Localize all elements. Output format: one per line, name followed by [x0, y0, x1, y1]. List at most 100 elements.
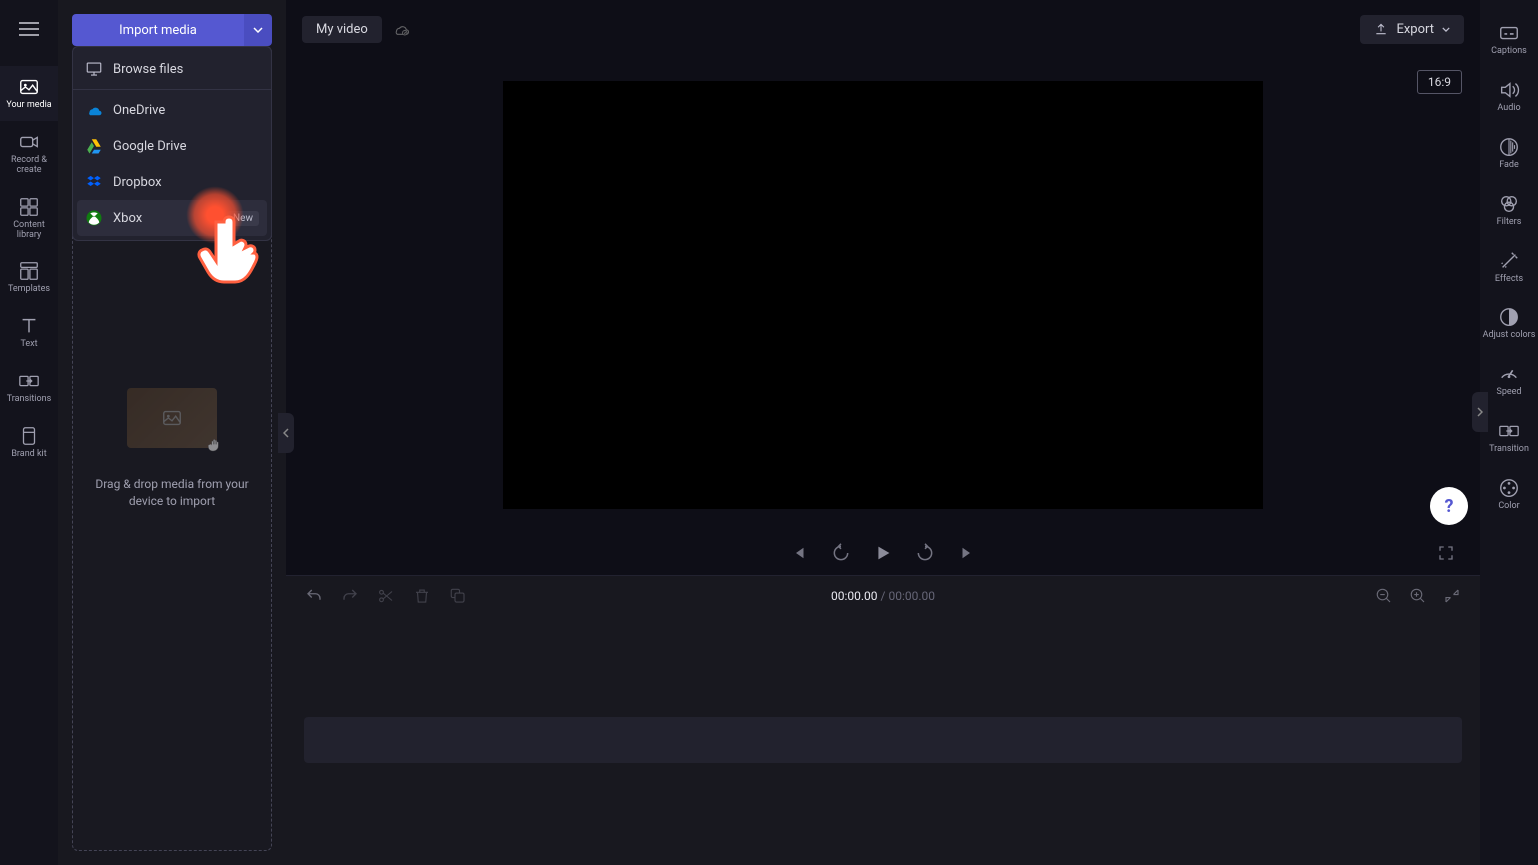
- text-icon: [18, 315, 40, 337]
- prop-filters[interactable]: Filters: [1480, 185, 1538, 240]
- nav-transitions[interactable]: Transitions: [0, 360, 58, 415]
- media-icon: [18, 76, 40, 98]
- filters-icon: [1498, 193, 1520, 215]
- adjust-colors-icon: [1498, 306, 1520, 328]
- upload-icon: [1374, 22, 1388, 36]
- onedrive-icon: [85, 101, 103, 119]
- monitor-icon: [85, 60, 103, 78]
- timeline[interactable]: [286, 615, 1480, 865]
- duplicate-button[interactable]: [448, 586, 468, 606]
- brand-kit-icon: [18, 425, 40, 447]
- prop-speed[interactable]: Speed: [1480, 355, 1538, 410]
- color-icon: [1498, 477, 1520, 499]
- play-button[interactable]: [871, 541, 895, 565]
- aspect-ratio-selector[interactable]: 16:9: [1417, 70, 1462, 94]
- hamburger-icon: [19, 22, 39, 36]
- video-preview-canvas[interactable]: [503, 81, 1263, 509]
- dropdown-divider: [73, 89, 271, 90]
- prop-audio[interactable]: Audio: [1480, 71, 1538, 126]
- prop-transition[interactable]: Transition: [1480, 412, 1538, 467]
- main-area: My video Export 16:9 00:0: [286, 0, 1480, 865]
- fullscreen-button[interactable]: [1434, 541, 1458, 565]
- cloud-sync-icon[interactable]: [392, 20, 410, 38]
- nav-text[interactable]: Text: [0, 305, 58, 360]
- prop-fade[interactable]: Fade: [1480, 128, 1538, 183]
- skip-end-button[interactable]: [955, 541, 979, 565]
- image-icon: [161, 407, 183, 429]
- project-title-chip[interactable]: My video: [302, 16, 382, 43]
- nav-label: Content library: [0, 221, 58, 241]
- chevron-right-icon: [1477, 407, 1483, 417]
- zoom-fit-button[interactable]: [1442, 586, 1462, 606]
- new-badge: New: [227, 211, 259, 226]
- help-button[interactable]: ?: [1430, 487, 1468, 525]
- drop-zone-thumbnail: [127, 388, 217, 448]
- dropdown-dropbox[interactable]: Dropbox: [73, 164, 271, 200]
- playback-controls: [286, 531, 1480, 575]
- grab-hand-icon: [205, 436, 225, 456]
- zoom-in-button[interactable]: [1408, 586, 1428, 606]
- nav-label: Brand kit: [11, 450, 46, 460]
- nav-brand-kit[interactable]: Brand kit: [0, 415, 58, 470]
- top-bar: My video Export: [286, 0, 1480, 58]
- dropdown-browse-files[interactable]: Browse files: [73, 51, 271, 87]
- nav-your-media[interactable]: Your media: [0, 66, 58, 121]
- nav-label: Record & create: [0, 156, 58, 176]
- redo-button[interactable]: [340, 586, 360, 606]
- project-title: My video: [316, 22, 368, 37]
- dropdown-onedrive[interactable]: OneDrive: [73, 92, 271, 128]
- timeline-timecode: 00:00.00 / 00:00.00: [831, 589, 935, 603]
- captions-icon: [1498, 22, 1520, 44]
- timeline-toolbar: 00:00.00 / 00:00.00: [286, 575, 1480, 615]
- forward-button[interactable]: [913, 541, 937, 565]
- prop-effects[interactable]: Effects: [1480, 242, 1538, 297]
- nav-label: Text: [20, 340, 37, 350]
- zoom-out-button[interactable]: [1374, 586, 1394, 606]
- timeline-track[interactable]: [304, 717, 1462, 763]
- dropdown-xbox[interactable]: Xbox New: [77, 200, 267, 236]
- dropdown-google-drive[interactable]: Google Drive: [73, 128, 271, 164]
- camera-icon: [18, 131, 40, 153]
- help-icon: ?: [1445, 496, 1454, 517]
- speed-icon: [1498, 363, 1520, 385]
- nav-record-create[interactable]: Record & create: [0, 121, 58, 186]
- google-drive-icon: [85, 137, 103, 155]
- dropbox-icon: [85, 173, 103, 191]
- nav-label: Templates: [8, 285, 50, 295]
- transition-icon: [1498, 420, 1520, 442]
- xbox-icon: [85, 209, 103, 227]
- prop-adjust-colors[interactable]: Adjust colors: [1480, 298, 1538, 353]
- skip-start-button[interactable]: [787, 541, 811, 565]
- import-media-button[interactable]: Import media: [72, 14, 244, 46]
- nav-content-library[interactable]: Content library: [0, 186, 58, 251]
- nav-templates[interactable]: Templates: [0, 250, 58, 305]
- preview-area: 16:9: [286, 58, 1480, 575]
- chevron-down-icon: [253, 27, 263, 33]
- export-button[interactable]: Export: [1360, 15, 1464, 44]
- delete-button[interactable]: [412, 586, 432, 606]
- collapse-properties-panel[interactable]: [1472, 392, 1488, 432]
- collapse-import-panel[interactable]: [278, 413, 294, 453]
- hamburger-menu[interactable]: [8, 8, 50, 50]
- fade-icon: [1498, 136, 1520, 158]
- current-time: 00:00.00: [831, 589, 878, 603]
- dropdown-label: Browse files: [113, 62, 183, 77]
- rewind-button[interactable]: [829, 541, 853, 565]
- chevron-left-icon: [283, 428, 289, 438]
- chevron-down-icon: [1442, 27, 1450, 32]
- import-media-dropdown-toggle[interactable]: [244, 14, 272, 46]
- dropdown-label: OneDrive: [113, 103, 165, 118]
- prop-color[interactable]: Color: [1480, 469, 1538, 524]
- total-time: 00:00.00: [888, 589, 935, 603]
- nav-label: Transitions: [7, 395, 52, 405]
- templates-icon: [18, 260, 40, 282]
- undo-button[interactable]: [304, 586, 324, 606]
- dropdown-label: Google Drive: [113, 139, 186, 154]
- export-label: Export: [1396, 22, 1434, 37]
- prop-captions[interactable]: Captions: [1480, 14, 1538, 69]
- effects-icon: [1498, 250, 1520, 272]
- drop-zone-text: Drag & drop media from your device to im…: [73, 476, 271, 510]
- dropdown-label: Xbox: [113, 211, 142, 226]
- library-icon: [18, 196, 40, 218]
- split-button[interactable]: [376, 586, 396, 606]
